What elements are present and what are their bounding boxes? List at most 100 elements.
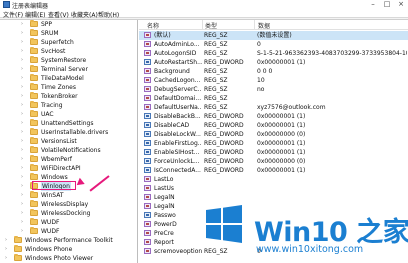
chevron-right-icon[interactable]: › bbox=[21, 219, 23, 225]
chevron-right-icon[interactable]: › bbox=[21, 102, 23, 108]
value-row[interactable]: Background REG_SZ 0 0 0 bbox=[139, 67, 408, 76]
header-name[interactable]: 名称 bbox=[147, 21, 159, 30]
tree-item[interactable]: › TokenBroker bbox=[0, 92, 137, 101]
tree-item-label: UserInstallable.drivers bbox=[41, 129, 109, 136]
chevron-right-icon[interactable]: › bbox=[21, 201, 23, 207]
tree-item[interactable]: › Windows Performance Toolkit bbox=[0, 236, 137, 245]
chevron-right-icon[interactable]: › bbox=[21, 84, 23, 90]
chevron-right-icon[interactable]: › bbox=[21, 57, 23, 63]
chevron-right-icon[interactable]: › bbox=[21, 192, 23, 198]
tree-item[interactable]: › SRUM bbox=[0, 29, 137, 38]
minimize-button[interactable]: – bbox=[366, 0, 380, 9]
watermark: Win10 之家 www.win10xitong.com bbox=[174, 200, 408, 263]
value-row[interactable]: DefaultUserNa... REG_SZ xyz7576@outlook.co… bbox=[139, 103, 408, 112]
regedit-app-icon bbox=[3, 1, 10, 8]
tree-item[interactable]: › UAC bbox=[0, 110, 137, 119]
value-row[interactable]: AutoRestartSh... REG_DWORD 0x00000001 (1) bbox=[139, 58, 408, 67]
chevron-right-icon[interactable]: › bbox=[21, 210, 23, 216]
value-type: REG_DWORD bbox=[204, 113, 244, 120]
value-row[interactable]: IsConnectedA... REG_DWORD 0x00000001 (1) bbox=[139, 166, 408, 175]
folder-icon bbox=[30, 110, 38, 117]
chevron-right-icon[interactable]: › bbox=[21, 93, 23, 99]
chevron-right-icon[interactable]: › bbox=[21, 75, 23, 81]
chevron-right-icon[interactable]: › bbox=[5, 255, 7, 261]
tree-item[interactable]: › TileDataModel bbox=[0, 74, 137, 83]
chevron-right-icon[interactable]: › bbox=[21, 147, 23, 153]
header-type[interactable]: 类型 bbox=[205, 21, 217, 30]
value-row[interactable]: DisableBackB... REG_DWORD 0x00000001 (1) bbox=[139, 112, 408, 121]
tree-item[interactable]: › Time Zones bbox=[0, 83, 137, 92]
value-row[interactable]: CachedLogon... REG_SZ 10 bbox=[139, 76, 408, 85]
value-row[interactable]: DebugServerC... REG_SZ no bbox=[139, 85, 408, 94]
tree-item[interactable]: › Superfetch bbox=[0, 38, 137, 47]
maximize-button[interactable]: □ bbox=[380, 0, 394, 9]
tree-item[interactable]: › WUDF bbox=[0, 218, 137, 227]
tree-item[interactable]: › WirelessDisplay bbox=[0, 200, 137, 209]
reg-string-value-icon bbox=[144, 239, 151, 245]
maximize-icon: □ bbox=[383, 0, 391, 8]
tree-item[interactable]: › UnattendSettings bbox=[0, 119, 137, 128]
tree-item[interactable]: › WirelessDocking bbox=[0, 209, 137, 218]
tree-item[interactable]: › UserInstallable.drivers bbox=[0, 128, 137, 137]
value-row[interactable]: ForceUnlockL... REG_DWORD 0x00000000 (0) bbox=[139, 157, 408, 166]
tree-item[interactable]: › SvcHost bbox=[0, 47, 137, 56]
close-button[interactable]: × bbox=[394, 0, 408, 9]
chevron-right-icon[interactable]: › bbox=[21, 66, 23, 72]
chevron-right-icon[interactable]: › bbox=[21, 111, 23, 117]
value-data: 0 0 0 bbox=[257, 68, 273, 75]
chevron-right-icon[interactable]: › bbox=[5, 246, 7, 252]
chevron-right-icon[interactable]: › bbox=[21, 183, 23, 189]
tree-item[interactable]: › SPP bbox=[0, 20, 137, 29]
chevron-right-icon[interactable]: › bbox=[21, 156, 23, 162]
value-row[interactable]: DisableCAD REG_DWORD 0x00000001 (1) bbox=[139, 121, 408, 130]
folder-icon bbox=[30, 191, 38, 198]
reg-string-value-icon bbox=[144, 32, 151, 38]
chevron-right-icon[interactable]: › bbox=[21, 39, 23, 45]
tree-item[interactable]: › VersionsList bbox=[0, 137, 137, 146]
header-divider[interactable] bbox=[254, 20, 255, 30]
reg-string-value-icon bbox=[144, 248, 151, 254]
value-row[interactable]: (默认) REG_SZ (数值未设置) bbox=[139, 31, 408, 40]
header-divider[interactable] bbox=[202, 20, 203, 30]
reg-string-value-icon bbox=[144, 185, 151, 191]
tree-item[interactable]: › WUDF bbox=[0, 227, 137, 236]
value-row[interactable]: DefaultDomai... REG_SZ bbox=[139, 94, 408, 103]
value-name: DisableLockW... bbox=[154, 131, 201, 138]
tree-item[interactable]: › WiFiDirectAPI bbox=[0, 164, 137, 173]
chevron-right-icon[interactable]: › bbox=[5, 237, 7, 243]
chevron-right-icon[interactable]: › bbox=[21, 129, 23, 135]
chevron-right-icon[interactable]: › bbox=[21, 30, 23, 36]
chevron-right-icon[interactable]: › bbox=[21, 138, 23, 144]
tree-item[interactable]: › WinSAT bbox=[0, 191, 137, 200]
header-data[interactable]: 数据 bbox=[258, 21, 270, 30]
tree-item[interactable]: › VolatileNotifications bbox=[0, 146, 137, 155]
tree-item-label: Windows Performance Toolkit bbox=[25, 237, 113, 244]
tree-item[interactable]: › Windows Photo Viewer bbox=[0, 254, 137, 263]
tree-item[interactable]: › WbemPerf bbox=[0, 155, 137, 164]
chevron-right-icon[interactable]: › bbox=[21, 228, 23, 234]
reg-string-value-icon bbox=[144, 95, 151, 101]
value-row[interactable]: LastLo bbox=[139, 175, 408, 184]
tree-item[interactable]: › Terminal Server bbox=[0, 65, 137, 74]
tree-item[interactable]: › Windows Phone bbox=[0, 245, 137, 254]
registry-tree[interactable]: › SPP › SRUM › Superfetch › SvcHost › SystemResto… bbox=[0, 20, 138, 263]
value-row[interactable]: DisableLockW... REG_DWORD 0x00000000 (0) bbox=[139, 130, 408, 139]
chevron-right-icon[interactable]: › bbox=[21, 48, 23, 54]
value-row[interactable]: EnableFirstLog... REG_DWORD 0x00000001 (1) bbox=[139, 139, 408, 148]
tree-item[interactable]: › Tracing bbox=[0, 101, 137, 110]
chevron-right-icon[interactable]: › bbox=[21, 21, 23, 27]
value-name: DebugServerC... bbox=[154, 86, 202, 93]
value-row[interactable]: EnableSIHost... REG_DWORD 0x00000001 (1) bbox=[139, 148, 408, 157]
folder-icon bbox=[14, 236, 22, 243]
value-row[interactable]: AutoLogonSID REG_SZ S-1-5-21-963362393-408… bbox=[139, 49, 408, 58]
chevron-right-icon[interactable]: › bbox=[21, 165, 23, 171]
reg-string-value-icon bbox=[144, 203, 151, 209]
chevron-right-icon[interactable]: › bbox=[21, 120, 23, 126]
value-row[interactable]: AutoAdminLo... REG_SZ 0 bbox=[139, 40, 408, 49]
value-type: REG_DWORD bbox=[204, 122, 244, 129]
chevron-right-icon[interactable]: › bbox=[21, 174, 23, 180]
tree-item[interactable]: › SystemRestore bbox=[0, 56, 137, 65]
value-row[interactable]: LastUs bbox=[139, 184, 408, 193]
reg-binary-value-icon bbox=[144, 167, 151, 173]
tree-item-label: SystemRestore bbox=[41, 57, 87, 64]
